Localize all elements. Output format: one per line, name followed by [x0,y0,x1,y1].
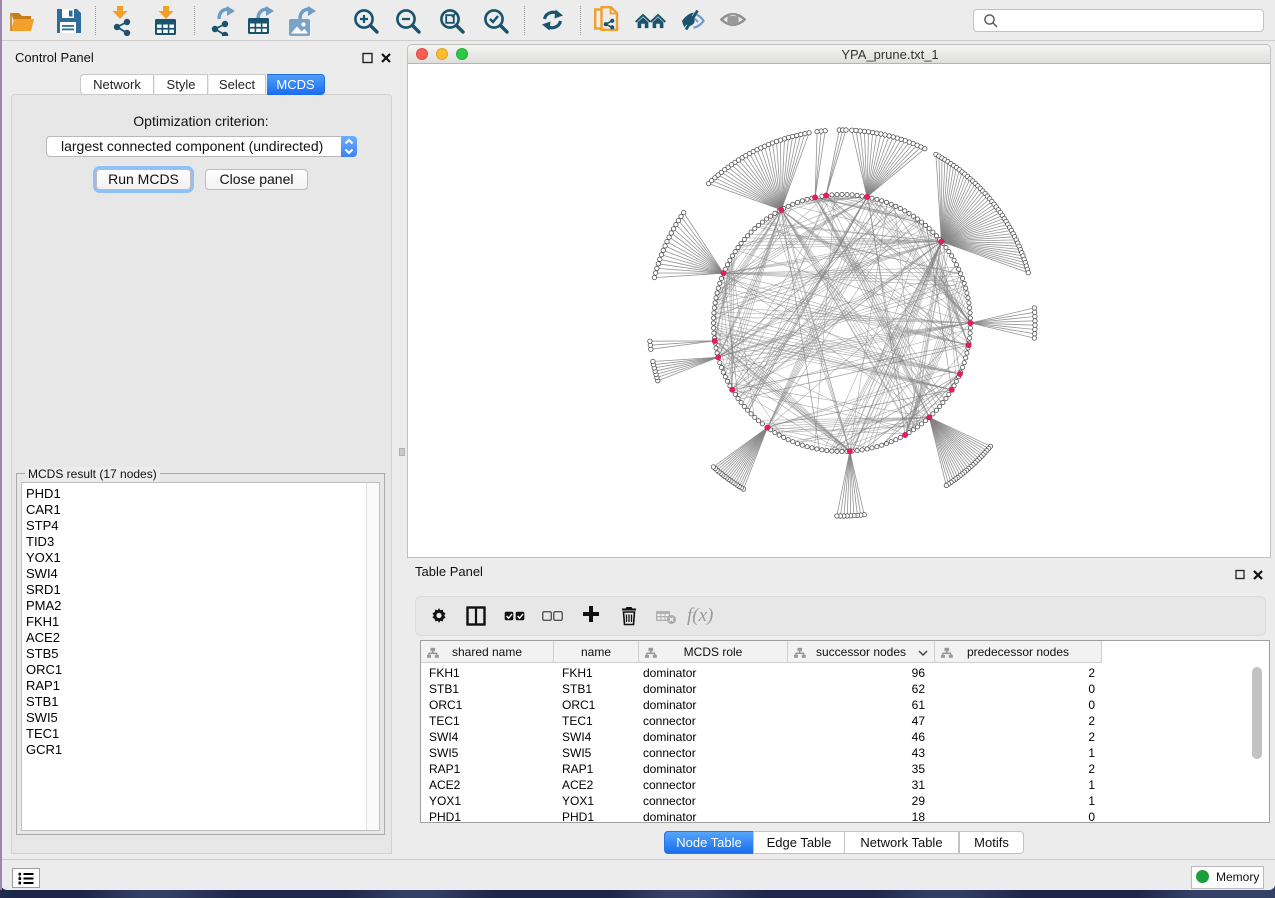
svg-text:f(x): f(x) [687,605,713,626]
